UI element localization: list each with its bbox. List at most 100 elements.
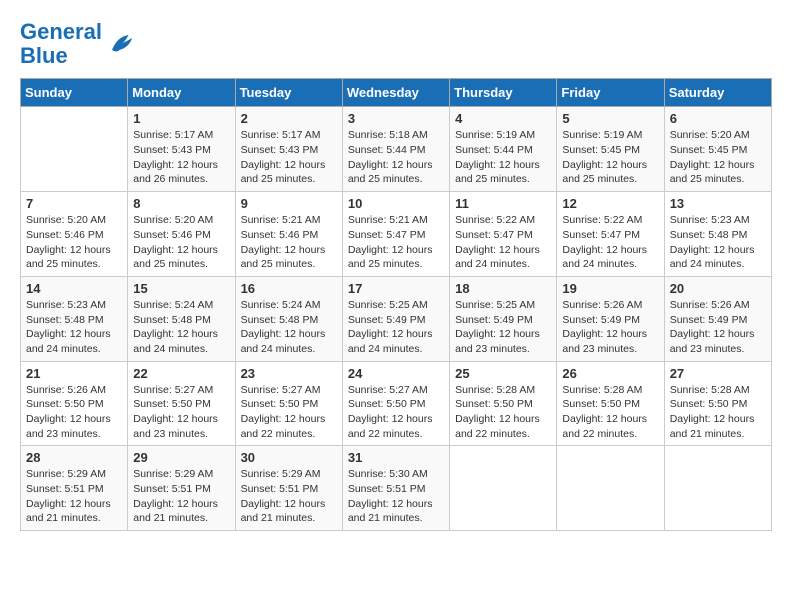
calendar-cell: 31 Sunrise: 5:30 AM Sunset: 5:51 PM Dayli…	[342, 446, 449, 531]
day-number: 27	[670, 366, 766, 381]
day-number: 11	[455, 196, 551, 211]
calendar-cell: 14Sunrise: 5:23 AM Sunset: 5:48 PM Dayli…	[21, 276, 128, 361]
day-info: Sunrise: 5:19 AM Sunset: 5:44 PM Dayligh…	[455, 128, 551, 187]
day-number: 2	[241, 111, 337, 126]
day-number: 1	[133, 111, 229, 126]
calendar-cell: 18 Sunrise: 5:25 AM Sunset: 5:49 PM Dayli…	[450, 276, 557, 361]
column-header-tuesday: Tuesday	[235, 79, 342, 107]
calendar-cell	[21, 107, 128, 192]
day-info: Sunrise: 5:20 AM Sunset: 5:46 PM Dayligh…	[26, 213, 122, 272]
day-info: Sunrise: 5:27 AM Sunset: 5:50 PM Dayligh…	[348, 383, 444, 442]
calendar-cell: 28Sunrise: 5:29 AM Sunset: 5:51 PM Dayli…	[21, 446, 128, 531]
calendar-table: SundayMondayTuesdayWednesdayThursdayFrid…	[20, 78, 772, 531]
calendar-week-row: 21 Sunrise: 5:26 AM Sunset: 5:50 PM Dayli…	[21, 361, 772, 446]
day-info: Sunrise: 5:21 AM Sunset: 5:46 PM Dayligh…	[241, 213, 337, 272]
day-number: 15	[133, 281, 229, 296]
day-number: 13	[670, 196, 766, 211]
calendar-cell: 15 Sunrise: 5:24 AM Sunset: 5:48 PM Dayli…	[128, 276, 235, 361]
day-number: 10	[348, 196, 444, 211]
day-info: Sunrise: 5:17 AM Sunset: 5:43 PM Dayligh…	[133, 128, 229, 187]
day-info: Sunrise: 5:18 AM Sunset: 5:44 PM Dayligh…	[348, 128, 444, 187]
calendar-week-row: 7 Sunrise: 5:20 AM Sunset: 5:46 PM Daylig…	[21, 192, 772, 277]
day-number: 29	[133, 450, 229, 465]
calendar-cell: 16 Sunrise: 5:24 AM Sunset: 5:48 PM Dayli…	[235, 276, 342, 361]
calendar-week-row: 14Sunrise: 5:23 AM Sunset: 5:48 PM Dayli…	[21, 276, 772, 361]
day-info: Sunrise: 5:20 AM Sunset: 5:46 PM Dayligh…	[133, 213, 229, 272]
calendar-cell: 29Sunrise: 5:29 AM Sunset: 5:51 PM Dayli…	[128, 446, 235, 531]
day-number: 25	[455, 366, 551, 381]
column-header-sunday: Sunday	[21, 79, 128, 107]
day-info: Sunrise: 5:19 AM Sunset: 5:45 PM Dayligh…	[562, 128, 658, 187]
day-number: 20	[670, 281, 766, 296]
calendar-cell: 7 Sunrise: 5:20 AM Sunset: 5:46 PM Daylig…	[21, 192, 128, 277]
calendar-cell: 8 Sunrise: 5:20 AM Sunset: 5:46 PM Daylig…	[128, 192, 235, 277]
day-info: Sunrise: 5:30 AM Sunset: 5:51 PM Dayligh…	[348, 467, 444, 526]
calendar-cell	[664, 446, 771, 531]
day-number: 7	[26, 196, 122, 211]
calendar-cell: 11 Sunrise: 5:22 AM Sunset: 5:47 PM Dayli…	[450, 192, 557, 277]
day-info: Sunrise: 5:26 AM Sunset: 5:50 PM Dayligh…	[26, 383, 122, 442]
day-number: 6	[670, 111, 766, 126]
day-number: 24	[348, 366, 444, 381]
calendar-cell	[450, 446, 557, 531]
calendar-cell: 10 Sunrise: 5:21 AM Sunset: 5:47 PM Dayli…	[342, 192, 449, 277]
column-header-thursday: Thursday	[450, 79, 557, 107]
calendar-cell: 21 Sunrise: 5:26 AM Sunset: 5:50 PM Dayli…	[21, 361, 128, 446]
day-number: 26	[562, 366, 658, 381]
column-header-wednesday: Wednesday	[342, 79, 449, 107]
column-header-saturday: Saturday	[664, 79, 771, 107]
day-number: 5	[562, 111, 658, 126]
day-info: Sunrise: 5:27 AM Sunset: 5:50 PM Dayligh…	[133, 383, 229, 442]
day-number: 19	[562, 281, 658, 296]
day-info: Sunrise: 5:26 AM Sunset: 5:49 PM Dayligh…	[670, 298, 766, 357]
logo-text: General Blue	[20, 20, 102, 68]
day-number: 18	[455, 281, 551, 296]
day-number: 31	[348, 450, 444, 465]
day-info: Sunrise: 5:28 AM Sunset: 5:50 PM Dayligh…	[455, 383, 551, 442]
day-info: Sunrise: 5:22 AM Sunset: 5:47 PM Dayligh…	[562, 213, 658, 272]
day-number: 14	[26, 281, 122, 296]
day-number: 21	[26, 366, 122, 381]
day-info: Sunrise: 5:29 AM Sunset: 5:51 PM Dayligh…	[241, 467, 337, 526]
calendar-cell: 26 Sunrise: 5:28 AM Sunset: 5:50 PM Dayli…	[557, 361, 664, 446]
day-info: Sunrise: 5:28 AM Sunset: 5:50 PM Dayligh…	[562, 383, 658, 442]
calendar-cell: 30 Sunrise: 5:29 AM Sunset: 5:51 PM Dayli…	[235, 446, 342, 531]
calendar-cell	[557, 446, 664, 531]
calendar-cell: 19 Sunrise: 5:26 AM Sunset: 5:49 PM Dayli…	[557, 276, 664, 361]
day-info: Sunrise: 5:17 AM Sunset: 5:43 PM Dayligh…	[241, 128, 337, 187]
calendar-cell: 6 Sunrise: 5:20 AM Sunset: 5:45 PM Daylig…	[664, 107, 771, 192]
day-number: 30	[241, 450, 337, 465]
day-info: Sunrise: 5:24 AM Sunset: 5:48 PM Dayligh…	[133, 298, 229, 357]
logo-bird-icon	[106, 29, 136, 59]
day-number: 12	[562, 196, 658, 211]
day-info: Sunrise: 5:20 AM Sunset: 5:45 PM Dayligh…	[670, 128, 766, 187]
day-number: 28	[26, 450, 122, 465]
day-number: 16	[241, 281, 337, 296]
day-info: Sunrise: 5:21 AM Sunset: 5:47 PM Dayligh…	[348, 213, 444, 272]
calendar-cell: 20 Sunrise: 5:26 AM Sunset: 5:49 PM Dayli…	[664, 276, 771, 361]
calendar-header-row: SundayMondayTuesdayWednesdayThursdayFrid…	[21, 79, 772, 107]
calendar-cell: 22 Sunrise: 5:27 AM Sunset: 5:50 PM Dayli…	[128, 361, 235, 446]
logo: General Blue	[20, 20, 136, 68]
calendar-cell: 25 Sunrise: 5:28 AM Sunset: 5:50 PM Dayli…	[450, 361, 557, 446]
day-number: 22	[133, 366, 229, 381]
day-number: 8	[133, 196, 229, 211]
calendar-week-row: 28 Sunrise: 5:29 AM Sunset: 5:51 PM Dayli…	[21, 446, 772, 531]
calendar-cell: 17Sunrise: 5:25 AM Sunset: 5:49 PM Dayli…	[342, 276, 449, 361]
page-header: General Blue	[20, 20, 772, 68]
day-number: 9	[241, 196, 337, 211]
calendar-cell: 2 Sunrise: 5:17 AM Sunset: 5:43 PM Daylig…	[235, 107, 342, 192]
calendar-cell: 23Sunrise: 5:27 AM Sunset: 5:50 PM Dayli…	[235, 361, 342, 446]
calendar-cell: 5 Sunrise: 5:19 AM Sunset: 5:45 PM Daylig…	[557, 107, 664, 192]
day-info: Sunrise: 5:25 AM Sunset: 5:49 PM Dayligh…	[455, 298, 551, 357]
calendar-week-row: 1 Sunrise: 5:17 AM Sunset: 5:43 PM Daylig…	[21, 107, 772, 192]
calendar-cell: 3Sunrise: 5:18 AM Sunset: 5:44 PM Daylig…	[342, 107, 449, 192]
day-info: Sunrise: 5:22 AM Sunset: 5:47 PM Dayligh…	[455, 213, 551, 272]
calendar-cell: 9 Sunrise: 5:21 AM Sunset: 5:46 PM Daylig…	[235, 192, 342, 277]
day-info: Sunrise: 5:23 AM Sunset: 5:48 PM Dayligh…	[670, 213, 766, 272]
calendar-cell: 12 Sunrise: 5:22 AM Sunset: 5:47 PM Dayli…	[557, 192, 664, 277]
day-info: Sunrise: 5:26 AM Sunset: 5:49 PM Dayligh…	[562, 298, 658, 357]
day-info: Sunrise: 5:28 AM Sunset: 5:50 PM Dayligh…	[670, 383, 766, 442]
day-info: Sunrise: 5:24 AM Sunset: 5:48 PM Dayligh…	[241, 298, 337, 357]
calendar-cell: 4Sunrise: 5:19 AM Sunset: 5:44 PM Daylig…	[450, 107, 557, 192]
